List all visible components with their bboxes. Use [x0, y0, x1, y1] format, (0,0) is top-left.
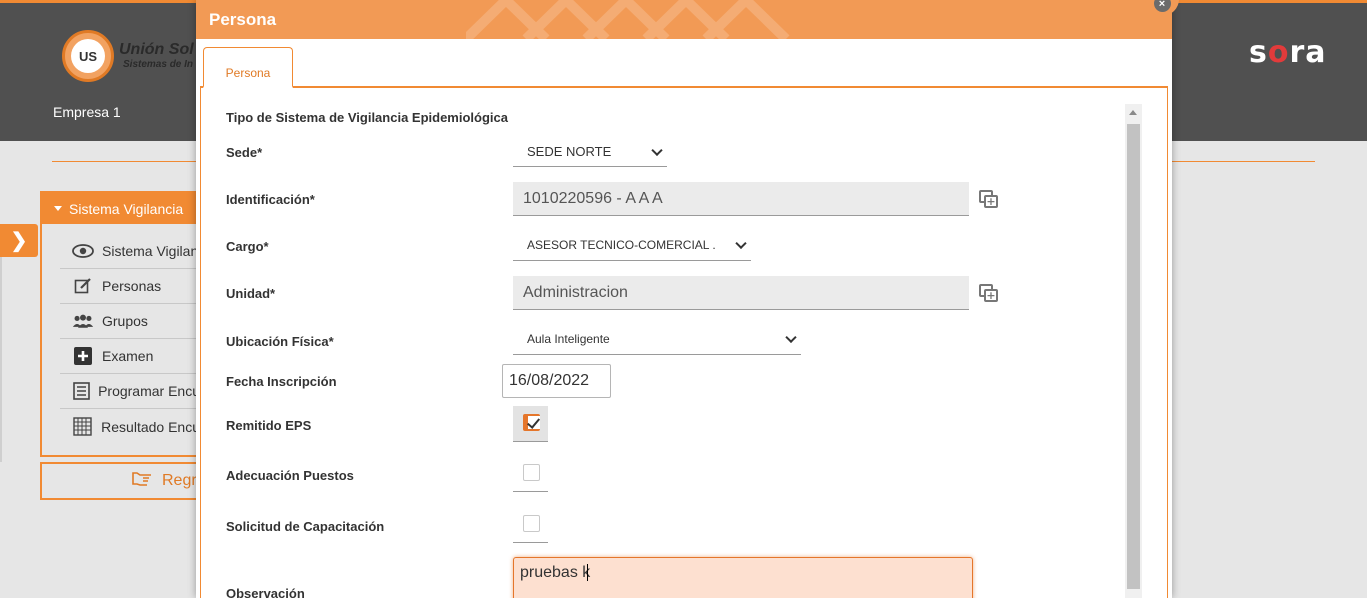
modal-scrollbar[interactable]	[1125, 104, 1142, 598]
back-button[interactable]: Regre	[40, 462, 200, 500]
edit-icon	[72, 277, 94, 295]
chevron-right-icon: ❯	[10, 230, 28, 252]
ubicacion-value: Aula Inteligente	[527, 331, 610, 346]
sidebar-item-resultado-encuesta[interactable]: Resultado Encu	[60, 409, 200, 444]
sidebar-item-label: Grupos	[102, 313, 148, 329]
text-caret	[587, 564, 589, 582]
sidebar-header[interactable]: Sistema Vigilancia	[42, 193, 198, 224]
persona-modal: Persona Persona Tipo de Sistema de Vigil…	[196, 0, 1172, 598]
unidad-label: Unidad*	[226, 286, 276, 301]
plus-square-icon	[72, 347, 94, 365]
sidebar-item-label: Programar Encu	[98, 383, 200, 399]
sidebar-item-sistema-vigilancia[interactable]: Sistema Vigilan	[60, 234, 200, 269]
sidebar-item-label: Examen	[102, 348, 154, 364]
modal-title: Persona	[209, 10, 277, 29]
tab-persona[interactable]: Persona	[203, 47, 293, 88]
scroll-thumb[interactable]	[1127, 124, 1140, 589]
ubicacion-select[interactable]: Aula Inteligente	[513, 323, 801, 355]
ubicacion-label: Ubicación Física*	[226, 334, 334, 349]
cargo-value: ASESOR TECNICO-COMERCIAL .	[527, 237, 716, 252]
cargo-label: Cargo*	[226, 239, 269, 254]
tab-bar: Persona	[200, 47, 1168, 88]
company-tagline: Sistemas de In	[123, 59, 194, 70]
identificacion-field[interactable]: 1010220596 - A A A	[513, 182, 969, 216]
logo-text: US	[71, 39, 105, 73]
observacion-label: Observación	[226, 586, 305, 598]
copy-add-icon[interactable]: +	[979, 190, 999, 208]
unidad-field[interactable]: Administracion	[513, 276, 969, 310]
cargo-select[interactable]: ASESOR TECNICO-COMERCIAL .	[513, 229, 751, 261]
caret-down-icon	[54, 206, 62, 211]
remitido-checkbox[interactable]	[523, 414, 540, 431]
observacion-textarea[interactable]: pruebas k	[513, 557, 973, 598]
chevron-down-icon	[735, 237, 747, 249]
adecuacion-checkbox-wrap	[513, 456, 548, 492]
back-button-label: Regre	[162, 472, 198, 489]
grid-icon	[72, 417, 93, 436]
observacion-value: pruebas k	[520, 564, 591, 581]
sidebar-item-label: Resultado Encu	[101, 418, 200, 435]
capacitacion-checkbox-wrap	[513, 507, 548, 543]
adecuacion-label: Adecuación Puestos	[226, 468, 354, 483]
adecuacion-checkbox[interactable]	[523, 464, 540, 481]
identificacion-label: Identificación*	[226, 192, 315, 207]
sidebar-item-label: Personas	[102, 278, 162, 294]
eye-icon	[72, 242, 94, 260]
sede-label: Sede*	[226, 145, 263, 160]
copy-add-icon[interactable]: +	[979, 284, 999, 302]
sidebar-item-personas[interactable]: Personas	[60, 269, 200, 304]
sora-brand-logo: sora	[1249, 35, 1327, 70]
remitido-checkbox-wrap	[513, 406, 548, 442]
sidebar-item-grupos[interactable]: Grupos	[60, 304, 200, 339]
capacitacion-label: Solicitud de Capacitación	[226, 519, 385, 534]
fecha-label: Fecha Inscripción	[226, 374, 337, 389]
company-logo: US	[62, 30, 114, 82]
sidebar-item-label: Sistema Vigilan	[102, 243, 199, 259]
divider	[200, 88, 201, 598]
chevron-down-icon	[785, 331, 797, 343]
company-name: Unión Sol	[119, 41, 194, 58]
section-title: Tipo de Sistema de Vigilancia Epidemioló…	[226, 110, 508, 125]
divider	[0, 257, 2, 462]
fecha-input[interactable]: 16/08/2022	[502, 364, 611, 398]
remitido-label: Remitido EPS	[226, 418, 312, 433]
close-icon: ×	[1153, 0, 1171, 12]
sidebar-toggle-button[interactable]: ❯	[0, 224, 38, 257]
divider	[1167, 88, 1168, 598]
back-hand-icon	[132, 471, 152, 491]
sidebar-item-programar-encuesta[interactable]: Programar Encu	[60, 374, 200, 409]
sede-select[interactable]: SEDE NORTE	[513, 137, 667, 167]
empresa-label[interactable]: Empresa 1	[53, 104, 121, 120]
sidebar-title: Sistema Vigilancia	[69, 200, 184, 217]
users-icon	[72, 312, 94, 330]
header-pattern	[466, 0, 790, 39]
list-icon	[72, 382, 90, 400]
capacitacion-checkbox[interactable]	[523, 515, 540, 532]
sidebar-item-examen[interactable]: Examen	[60, 339, 200, 374]
chevron-down-icon	[651, 144, 663, 156]
modal-header: Persona	[196, 0, 1172, 39]
scroll-up-arrow-icon[interactable]	[1129, 110, 1137, 115]
sede-value: SEDE NORTE	[527, 144, 612, 159]
sidebar-panel: Sistema Vigilancia Sistema Vigilan Perso…	[40, 191, 200, 457]
